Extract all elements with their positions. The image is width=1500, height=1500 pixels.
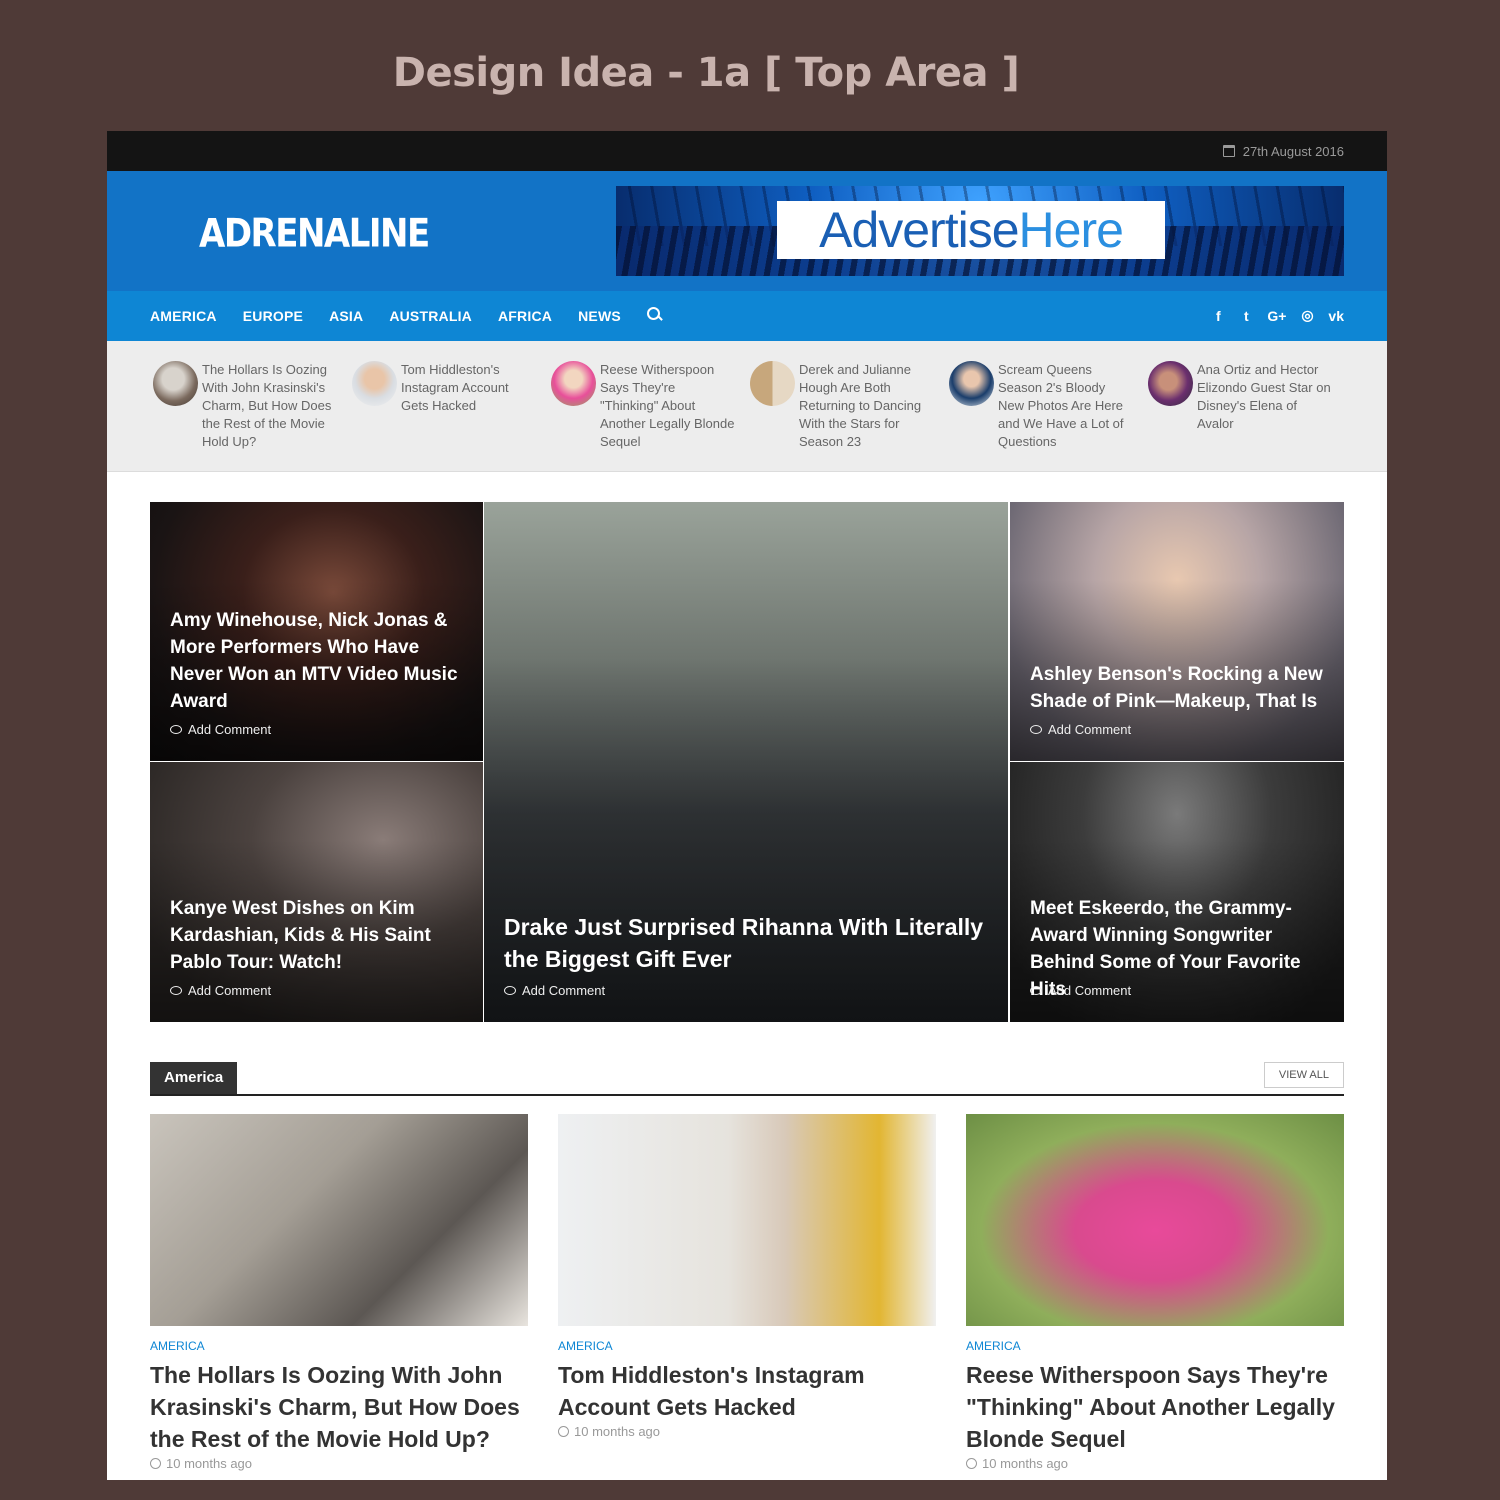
- article-date: 10 months ago: [558, 1424, 936, 1439]
- ticker-title: The Hollars Is Oozing With John Krasinsk…: [202, 362, 332, 449]
- clock-icon: [966, 1458, 977, 1469]
- ticker-thumbnail: [551, 361, 596, 406]
- top-bar: 27th August 2016: [107, 131, 1387, 171]
- calendar-icon: [1222, 145, 1235, 157]
- tile-title: Kanye West Dishes on Kim Kardashian, Kid…: [170, 898, 431, 973]
- tile-comments[interactable]: Add Comment: [170, 722, 271, 737]
- twitter-icon[interactable]: t: [1239, 308, 1253, 324]
- featured-tile[interactable]: Amy Winehouse, Nick Jonas & More Perform…: [150, 502, 483, 761]
- ticker-item[interactable]: Ana Ortiz and Hector Elizondo Guest Star…: [1148, 361, 1333, 433]
- tile-title: Amy Winehouse, Nick Jonas & More Perform…: [170, 610, 458, 712]
- article-image[interactable]: [966, 1114, 1344, 1326]
- featured-tile[interactable]: Meet Eskeerdo, the Grammy-Award Winning …: [1010, 762, 1344, 1022]
- article-category[interactable]: AMERICA: [150, 1339, 528, 1353]
- ticker-item[interactable]: Derek and Julianne Hough Are Both Return…: [750, 361, 935, 451]
- tile-title: Drake Just Surprised Rihanna With Litera…: [504, 914, 984, 972]
- facebook-icon[interactable]: f: [1211, 308, 1225, 324]
- nav-item-asia[interactable]: ASIA: [329, 308, 363, 324]
- news-ticker: The Hollars Is Oozing With John Krasinsk…: [107, 341, 1387, 472]
- ticker-thumbnail: [1148, 361, 1193, 406]
- ticker-item[interactable]: Scream Queens Season 2's Bloody New Phot…: [949, 361, 1134, 451]
- section-header: America VIEW ALL: [150, 1062, 1344, 1096]
- comment-icon: [170, 986, 182, 995]
- article-date-text: 10 months ago: [166, 1456, 253, 1471]
- add-comment-label: Add Comment: [188, 983, 272, 998]
- featured-tile[interactable]: Ashley Benson's Rocking a New Shade of P…: [1010, 502, 1344, 761]
- section-title: America: [150, 1062, 238, 1094]
- clock-icon: [150, 1458, 161, 1469]
- article-image[interactable]: [150, 1114, 528, 1326]
- view-all-button[interactable]: VIEW ALL: [1263, 1062, 1344, 1088]
- clock-icon: [558, 1426, 569, 1437]
- featured-grid: Amy Winehouse, Nick Jonas & More Perform…: [150, 502, 1344, 1022]
- article-title[interactable]: The Hollars Is Oozing With John Krasinsk…: [150, 1359, 528, 1455]
- ad-text-advertise: Advertise: [819, 202, 1019, 258]
- ticker-thumbnail: [352, 361, 397, 406]
- featured-tile-main[interactable]: Drake Just Surprised Rihanna With Litera…: [484, 502, 1008, 1022]
- ticker-thumbnail: [949, 361, 994, 406]
- article-date: 10 months ago: [150, 1456, 528, 1471]
- article-card: AMERICA Tom Hiddleston's Instagram Accou…: [558, 1114, 936, 1439]
- ticker-title: Derek and Julianne Hough Are Both Return…: [799, 362, 922, 449]
- add-comment-label: Add Comment: [1048, 722, 1132, 737]
- current-date: 27th August 2016: [1242, 143, 1344, 159]
- site-logo[interactable]: ADRENALINE: [199, 211, 430, 257]
- article-category[interactable]: AMERICA: [966, 1339, 1344, 1353]
- ticker-title: Ana Ortiz and Hector Elizondo Guest Star…: [1197, 362, 1331, 431]
- nav-item-australia[interactable]: AUSTRALIA: [389, 308, 472, 324]
- add-comment-label: Add Comment: [522, 983, 606, 998]
- article-title[interactable]: Tom Hiddleston's Instagram Account Gets …: [558, 1359, 936, 1423]
- tile-comments[interactable]: Add Comment: [1030, 722, 1131, 737]
- ticker-title: Scream Queens Season 2's Bloody New Phot…: [998, 362, 1124, 449]
- article-date-text: 10 months ago: [982, 1456, 1069, 1471]
- ad-banner-label: Advertise Here: [777, 201, 1165, 259]
- comment-icon: [1030, 725, 1042, 734]
- comment-icon: [170, 725, 182, 734]
- featured-tile[interactable]: Kanye West Dishes on Kim Kardashian, Kid…: [150, 762, 483, 1022]
- google-plus-icon[interactable]: G+: [1267, 308, 1286, 324]
- nav-item-africa[interactable]: AFRICA: [498, 308, 552, 324]
- vk-icon[interactable]: vk: [1328, 308, 1344, 324]
- ticker-thumbnail: [153, 361, 198, 406]
- site-header: ADRENALINE Advertise Here: [107, 171, 1387, 291]
- nav-item-america[interactable]: AMERICA: [150, 308, 217, 324]
- article-category[interactable]: AMERICA: [558, 1339, 936, 1353]
- search-icon[interactable]: [646, 307, 661, 321]
- nav-item-news[interactable]: NEWS: [578, 308, 621, 324]
- ticker-thumbnail: [750, 361, 795, 406]
- comment-icon: [1030, 986, 1042, 995]
- ticker-title: Reese Witherspoon Says They're "Thinking…: [600, 362, 735, 449]
- tile-comments[interactable]: Add Comment: [170, 983, 271, 998]
- article-title[interactable]: Reese Witherspoon Says They're "Thinking…: [966, 1359, 1344, 1455]
- social-links: f t G+ ◎ vk: [1211, 307, 1344, 324]
- tile-comments[interactable]: Add Comment: [1030, 983, 1131, 998]
- article-date-text: 10 months ago: [574, 1424, 661, 1439]
- comment-icon: [504, 986, 516, 995]
- ticker-title: Tom Hiddleston's Instagram Account Gets …: [401, 362, 509, 413]
- article-card: AMERICA The Hollars Is Oozing With John …: [150, 1114, 528, 1471]
- instagram-icon[interactable]: ◎: [1300, 307, 1314, 324]
- ad-banner[interactable]: Advertise Here: [616, 186, 1344, 276]
- article-image[interactable]: [558, 1114, 936, 1326]
- tile-title: Ashley Benson's Rocking a New Shade of P…: [1030, 664, 1323, 712]
- ticker-item[interactable]: Reese Witherspoon Says They're "Thinking…: [551, 361, 736, 451]
- add-comment-label: Add Comment: [188, 722, 272, 737]
- add-comment-label: Add Comment: [1048, 983, 1132, 998]
- main-nav: AMERICA EUROPE ASIA AUSTRALIA AFRICA NEW…: [107, 291, 1387, 341]
- nav-item-europe[interactable]: EUROPE: [243, 308, 303, 324]
- ticker-item[interactable]: Tom Hiddleston's Instagram Account Gets …: [352, 361, 537, 415]
- article-card: AMERICA Reese Witherspoon Says They're "…: [966, 1114, 1344, 1471]
- ticker-item[interactable]: The Hollars Is Oozing With John Krasinsk…: [153, 361, 338, 451]
- article-date: 10 months ago: [966, 1456, 1344, 1471]
- tile-comments[interactable]: Add Comment: [504, 983, 605, 998]
- ad-text-here: Here: [1018, 202, 1124, 258]
- design-title: Design Idea - 1a [ Top Area ]: [392, 50, 1020, 96]
- website-page: 27th August 2016 ADRENALINE Advertise Her…: [107, 131, 1387, 1480]
